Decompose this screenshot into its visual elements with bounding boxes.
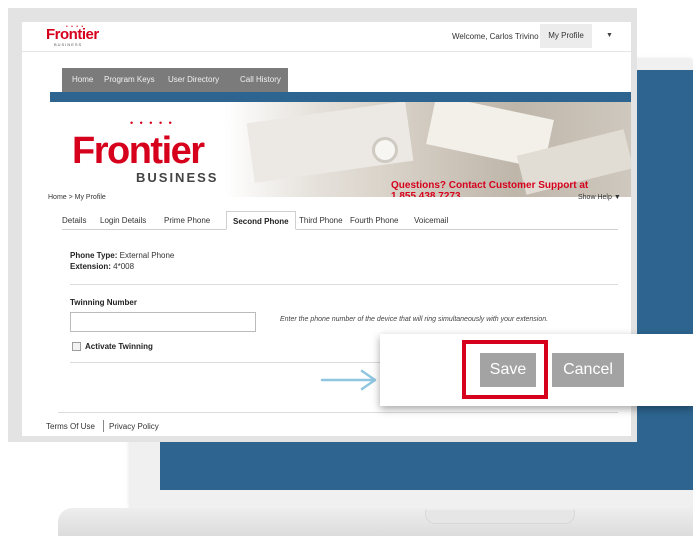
banner-logo-sub: BUSINESS (136, 170, 219, 185)
banner-logo: • • • • • Frontier BUSINESS (72, 118, 219, 185)
chevron-down-icon[interactable]: ▼ (606, 32, 613, 39)
cancel-button[interactable]: Cancel (552, 353, 624, 387)
main-nav: Home Program Keys User Directory Call Hi… (62, 68, 288, 92)
profile-tabs: Details Login Details Prime Phone Second… (62, 211, 618, 230)
twinning-help-text: Enter the phone number of the device tha… (280, 316, 549, 323)
header-logo[interactable]: • • • • Frontier BUSINESS (46, 24, 99, 47)
tab-prime-phone[interactable]: Prime Phone (164, 216, 210, 225)
laptop-base (58, 508, 693, 536)
breadcrumb[interactable]: Home > My Profile (48, 194, 106, 201)
welcome-text: Welcome, Carlos Trivino (452, 32, 539, 41)
phone-info: Phone Type: External Phone Extension: 4*… (70, 250, 174, 272)
extension-label: Extension: (70, 262, 111, 271)
arrow-right-icon (320, 369, 377, 391)
logo-dots-icon: • • • • (66, 24, 85, 30)
tab-third-phone[interactable]: Third Phone (299, 216, 343, 225)
terms-of-use-link[interactable]: Terms Of Use (46, 422, 95, 431)
chevron-down-icon: ▼ (613, 194, 621, 201)
footer-divider (58, 412, 618, 413)
activate-twinning-checkbox[interactable] (72, 342, 81, 351)
save-button[interactable]: Save (480, 353, 536, 387)
banner-mug (372, 137, 398, 163)
my-profile-button[interactable]: My Profile (540, 24, 592, 48)
tab-fourth-phone[interactable]: Fourth Phone (350, 216, 398, 225)
nav-item-home[interactable]: Home (72, 75, 93, 84)
laptop-notch (425, 510, 575, 524)
phone-type-label: Phone Type: (70, 251, 118, 260)
nav-accent-bar (50, 92, 631, 102)
tab-voicemail[interactable]: Voicemail (414, 216, 448, 225)
nav-item-call-history[interactable]: Call History (240, 75, 281, 84)
banner-logo-dots-icon: • • • • • (130, 118, 174, 128)
tab-details[interactable]: Details (62, 216, 86, 225)
banner: • • • • • Frontier BUSINESS Questions? C… (50, 102, 631, 197)
divider (70, 284, 618, 285)
tab-second-phone[interactable]: Second Phone (226, 211, 296, 230)
extension-row: Extension: 4*008 (70, 261, 174, 272)
activate-twinning-label[interactable]: Activate Twinning (85, 342, 153, 351)
extension-value: 4*008 (113, 262, 135, 271)
footer-separator (103, 420, 104, 432)
tab-login-details[interactable]: Login Details (100, 216, 146, 225)
show-help-label: Show Help (578, 194, 612, 201)
show-help-toggle[interactable]: Show Help ▼ (578, 194, 621, 201)
twinning-number-input[interactable] (70, 312, 256, 332)
nav-item-program-keys[interactable]: Program Keys (104, 75, 155, 84)
action-buttons-callout: Save Cancel (380, 334, 693, 406)
phone-type-row: Phone Type: External Phone (70, 250, 174, 261)
banner-logo-word: Frontier (72, 130, 205, 172)
phone-type-value: External Phone (119, 251, 175, 260)
twinning-number-label: Twinning Number (70, 298, 137, 307)
nav-item-user-directory[interactable]: User Directory (168, 75, 219, 84)
top-bar: • • • • Frontier BUSINESS Welcome, Carlo… (22, 22, 631, 52)
privacy-policy-link[interactable]: Privacy Policy (109, 422, 159, 431)
